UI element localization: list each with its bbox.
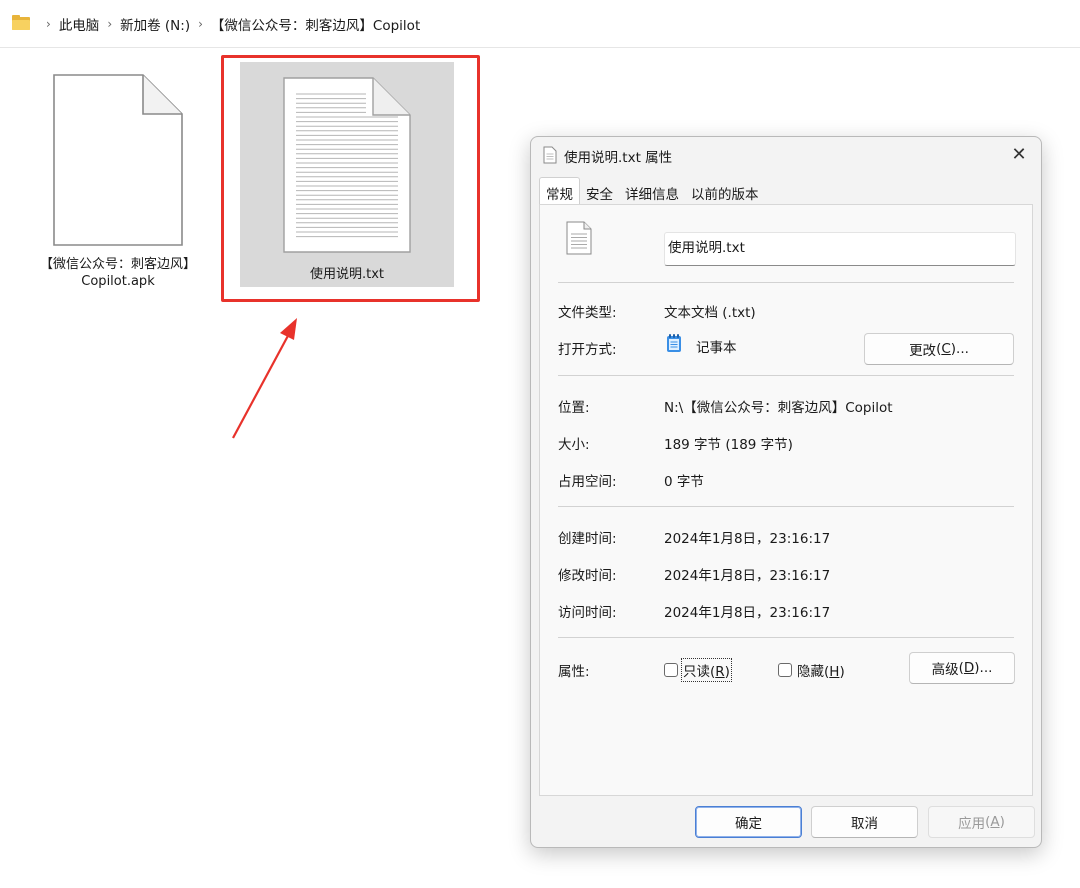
dialog-titlebar[interactable]: 使用说明.txt 属性 ✕	[531, 137, 1041, 173]
tab-security[interactable]: 安全	[580, 179, 619, 205]
advanced-button[interactable]: 高级(D)...	[909, 652, 1015, 684]
hidden-label: 隐藏(H)	[797, 664, 845, 680]
size-value: 189 字节 (189 字节)	[664, 437, 793, 453]
accessed-value: 2024年1月8日，23:16:17	[664, 605, 831, 621]
apply-button[interactable]: 应用(A)	[928, 806, 1035, 838]
attributes-label: 属性:	[558, 664, 590, 680]
size-label: 大小:	[558, 437, 590, 453]
readonly-label: 只读(R)	[681, 658, 732, 682]
tab-previous-versions[interactable]: 以前的版本	[685, 179, 765, 205]
open-with-label: 打开方式:	[558, 342, 617, 358]
disk-size-label: 占用空间:	[558, 474, 617, 490]
created-value: 2024年1月8日，23:16:17	[664, 531, 831, 547]
tab-details[interactable]: 详细信息	[619, 179, 685, 205]
tab-strip: 常规 安全 详细信息 以前的版本	[539, 177, 765, 205]
general-panel: 文件类型: 文本文档 (.txt) 打开方式: 记事本 更改(C)... 位置:…	[539, 204, 1033, 796]
accessed-label: 访问时间:	[558, 605, 617, 621]
ok-button[interactable]: 确定	[695, 806, 802, 838]
properties-dialog: 使用说明.txt 属性 ✕ 常规 安全 详细信息 以前的版本 文件类型: 文本文…	[530, 136, 1042, 848]
open-with-app: 记事本	[696, 340, 737, 356]
text-file-icon	[566, 221, 592, 255]
notepad-icon	[667, 334, 681, 352]
text-file-icon	[543, 146, 557, 164]
divider	[558, 637, 1014, 638]
checkbox-box[interactable]	[664, 663, 678, 677]
divider	[558, 506, 1014, 507]
divider	[558, 375, 1014, 376]
hidden-checkbox[interactable]: 隐藏(H)	[778, 660, 845, 680]
modified-label: 修改时间:	[558, 568, 617, 584]
divider	[558, 282, 1014, 283]
created-label: 创建时间:	[558, 531, 617, 547]
tab-general[interactable]: 常规	[539, 177, 580, 205]
location-label: 位置:	[558, 400, 590, 416]
cancel-button[interactable]: 取消	[811, 806, 918, 838]
file-type-value: 文本文档 (.txt)	[664, 305, 756, 321]
checkbox-box[interactable]	[778, 663, 792, 677]
file-type-label: 文件类型:	[558, 305, 617, 321]
close-icon[interactable]: ✕	[997, 137, 1041, 171]
modified-value: 2024年1月8日，23:16:17	[664, 568, 831, 584]
disk-size-value: 0 字节	[664, 474, 704, 490]
dialog-title: 使用说明.txt 属性	[564, 150, 673, 166]
location-value: N:\【微信公众号：刺客边风】Copilot	[664, 400, 893, 416]
file-name-input[interactable]	[664, 232, 1016, 266]
change-button[interactable]: 更改(C)...	[864, 333, 1014, 365]
readonly-checkbox[interactable]: 只读(R)	[664, 658, 732, 682]
